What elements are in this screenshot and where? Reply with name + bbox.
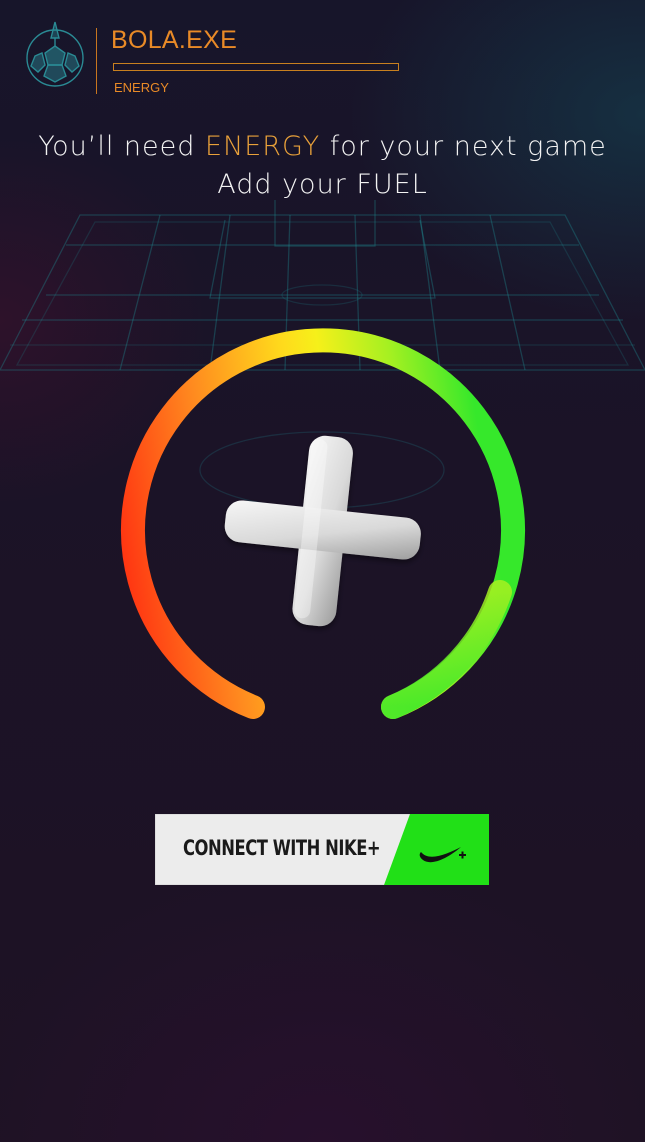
headline-line-2: Add your FUEL xyxy=(217,169,428,200)
fuel-gauge xyxy=(121,328,525,719)
headline-energy-highlight: ENERGY xyxy=(204,131,321,162)
headline-suffix: for your next game xyxy=(320,131,607,162)
energy-meter xyxy=(113,63,399,71)
connect-nike-button[interactable]: CONNECT WITH NIKE+ xyxy=(155,814,489,885)
soccer-ball-logo-icon xyxy=(26,21,84,87)
headline-prefix: You’ll need xyxy=(38,131,205,162)
app-header: BOLA.EXE ENERGY xyxy=(0,0,645,110)
headline: You’ll need ENERGY for your next game Ad… xyxy=(0,128,645,204)
header-divider xyxy=(96,28,97,94)
plus-icon xyxy=(224,435,421,627)
add-fuel-button[interactable] xyxy=(215,426,430,635)
headline-line-1: You’ll need ENERGY for your next game xyxy=(0,128,645,166)
connect-nike-label: CONNECT WITH NIKE+ xyxy=(183,836,381,860)
energy-label: ENERGY xyxy=(114,80,169,95)
app-title: BOLA.EXE xyxy=(111,26,238,54)
